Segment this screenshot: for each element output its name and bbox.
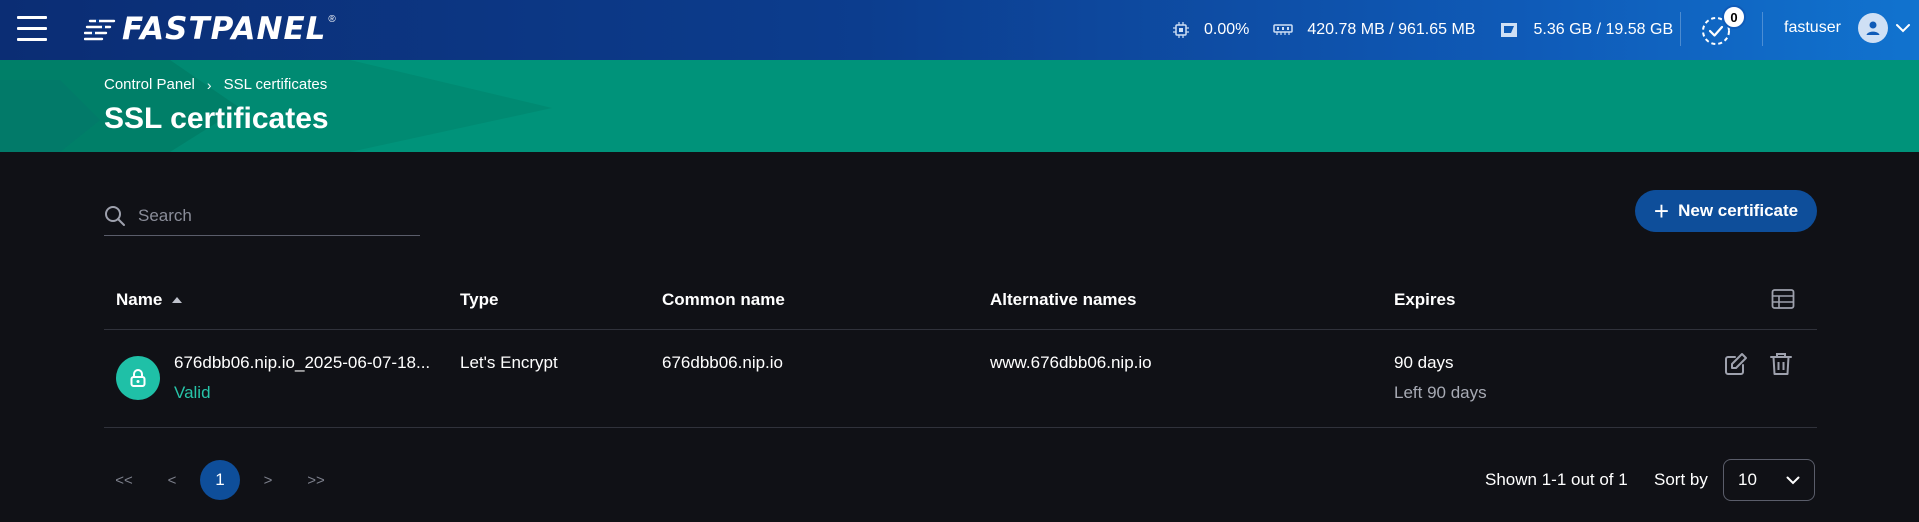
certificate-name[interactable]: 676dbb06.nip.io_2025-06-07-18... <box>174 353 434 373</box>
edit-icon[interactable] <box>1723 351 1749 377</box>
cpu-stat: 0.00% <box>1172 21 1249 39</box>
disk-stat: 5.36 GB / 19.58 GB <box>1499 21 1673 39</box>
menu-icon[interactable] <box>17 15 47 41</box>
certificate-expires: 90 days <box>1394 353 1454 372</box>
top-bar: FASTPANEL ® 0.00% 420.78 MB / 961.65 MB <box>0 0 1919 60</box>
column-type-label: Type <box>460 290 499 309</box>
certificate-status: Valid <box>174 383 211 402</box>
breadcrumb: Control Panel › SSL certificates <box>104 76 327 93</box>
certificate-common-name: 676dbb06.nip.io <box>662 353 784 372</box>
topbar-divider <box>1762 12 1763 46</box>
topbar-divider <box>1680 12 1681 46</box>
search-icon <box>105 205 125 226</box>
cpu-value: 0.00% <box>1204 21 1250 38</box>
memory-value: 420.78 MB / 961.65 MB <box>1307 21 1476 38</box>
last-page-button[interactable]: >> <box>296 460 336 500</box>
lock-icon <box>130 369 146 387</box>
column-common-name: Common name <box>662 270 785 330</box>
prev-page-button[interactable]: < <box>152 460 192 500</box>
page-1-button[interactable]: 1 <box>200 460 240 500</box>
shown-count: Shown 1-1 out of 1 <box>1485 470 1628 489</box>
username: fastuser <box>1784 19 1841 36</box>
search-input[interactable] <box>138 205 408 226</box>
logo-mark-icon <box>84 19 116 41</box>
certificate-expires-left: Left 90 days <box>1394 383 1487 402</box>
logo-text: FASTPANEL <box>122 11 327 47</box>
tasks-button[interactable]: 0 <box>1700 5 1746 49</box>
delete-icon[interactable] <box>1769 351 1793 377</box>
certificate-alt-names: www.676dbb06.nip.io <box>990 353 1152 372</box>
resource-stats: 0.00% 420.78 MB / 961.65 MB 5.36 GB / 19… <box>1172 0 1697 60</box>
logo[interactable]: FASTPANEL ® <box>84 11 336 47</box>
memory-icon <box>1273 24 1294 35</box>
breadcrumb-separator-icon: › <box>206 76 212 93</box>
page-size-value: 10 <box>1738 470 1757 489</box>
column-common-name-label: Common name <box>662 290 785 309</box>
chevron-down-icon <box>1895 24 1910 33</box>
breadcrumb-current: SSL certificates <box>223 76 328 93</box>
column-alt-names-label: Alternative names <box>990 290 1137 309</box>
memory-stat: 420.78 MB / 961.65 MB <box>1273 21 1475 39</box>
user-menu[interactable]: fastuser <box>1784 0 1911 56</box>
pagination: << < 1 > >> <box>104 460 344 500</box>
page-size-select[interactable]: 10 <box>1723 459 1815 501</box>
sort-asc-icon <box>172 297 183 303</box>
next-page-button[interactable]: > <box>248 460 288 500</box>
column-expires: Expires <box>1394 270 1455 330</box>
table-row[interactable]: 676dbb06.nip.io_2025-06-07-18... Valid L… <box>104 331 1817 428</box>
avatar <box>1857 13 1888 43</box>
certificate-status-icon <box>116 356 160 400</box>
sort-by-label: Sort by <box>1654 470 1708 489</box>
column-name-label: Name <box>116 290 163 309</box>
column-type: Type <box>460 270 498 330</box>
page-title: SSL certificates <box>104 102 329 135</box>
column-expires-label: Expires <box>1394 290 1456 309</box>
certificate-type: Let's Encrypt <box>460 353 558 372</box>
column-alternative-names: Alternative names <box>990 270 1136 330</box>
tasks-count-badge: 0 <box>1722 5 1746 29</box>
plus-icon: + <box>1653 196 1670 226</box>
column-name[interactable]: Name <box>116 270 183 330</box>
table-header: Name Type Common name Alternative names … <box>104 270 1817 330</box>
logo-registered: ® <box>328 13 336 25</box>
chevron-down-icon <box>1786 476 1800 484</box>
user-icon <box>1866 21 1880 35</box>
new-certificate-button[interactable]: + New certificate <box>1635 190 1817 232</box>
cpu-icon <box>1173 22 1189 38</box>
disk-icon <box>1501 23 1518 37</box>
page-header: Control Panel › SSL certificates SSL cer… <box>0 60 1919 152</box>
first-page-button[interactable]: << <box>104 460 144 500</box>
breadcrumb-control-panel[interactable]: Control Panel <box>104 76 195 93</box>
disk-value: 5.36 GB / 19.58 GB <box>1533 21 1674 38</box>
new-certificate-label: New certificate <box>1678 201 1799 220</box>
table-columns-icon[interactable] <box>1771 288 1795 310</box>
search-box <box>104 196 420 236</box>
